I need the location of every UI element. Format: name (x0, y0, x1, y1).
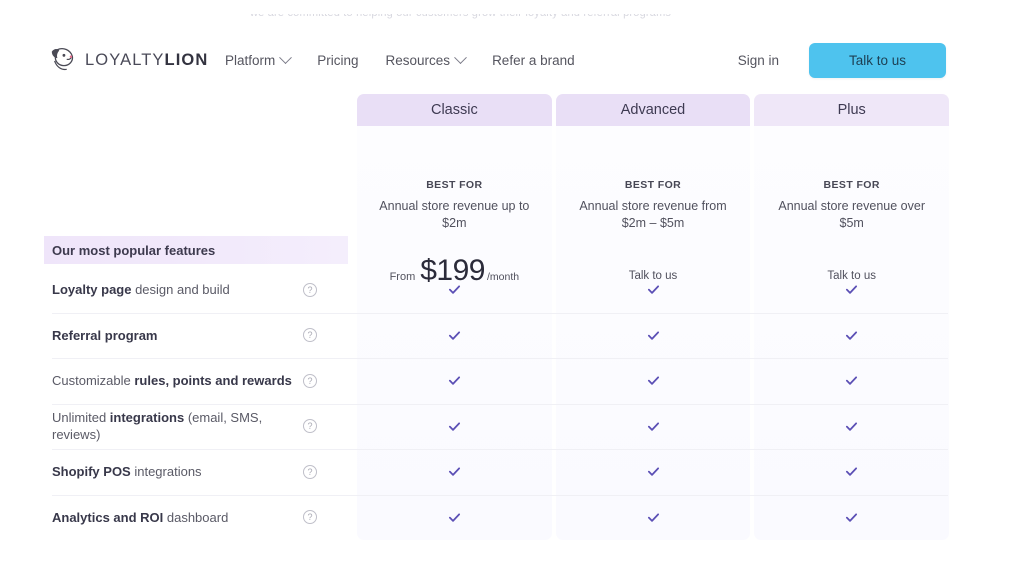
question-mark-icon[interactable]: ? (303, 510, 317, 524)
checkmark-icon (448, 283, 461, 296)
feature-cell-plus (754, 267, 949, 313)
popular-features-heading: Our most popular features (44, 236, 348, 264)
feature-row: Loyalty page design and build? (0, 267, 1024, 313)
checkmark-icon (647, 511, 660, 524)
cut-off-banner-label: we are committed to helping our customer… (250, 14, 750, 19)
feature-cell-classic (357, 449, 552, 495)
pricing-page: we are committed to helping our customer… (0, 0, 1024, 576)
feature-cell-advanced (556, 449, 751, 495)
best-for-description: Annual store revenue over $5m (754, 198, 949, 232)
feature-cell-classic (357, 404, 552, 450)
feature-label: Unlimited integrations (email, SMS, revi… (52, 409, 297, 443)
checkmark-icon (845, 511, 858, 524)
cut-off-banner-text: we are committed to helping our customer… (250, 14, 750, 26)
feature-cell-plus (754, 449, 949, 495)
chevron-down-icon (279, 51, 292, 64)
checkmark-icon (448, 329, 461, 342)
feature-cell-advanced (556, 267, 751, 313)
best-for-description: Annual store revenue up to $2m (357, 198, 552, 232)
feature-availability (357, 358, 949, 404)
checkmark-icon (448, 374, 461, 387)
checkmark-icon (448, 465, 461, 478)
best-for-label: BEST FOR (556, 179, 751, 191)
plan-tab-plus[interactable]: Plus (754, 94, 949, 126)
feature-label: Referral program (52, 327, 297, 344)
feature-cell-classic (357, 267, 552, 313)
best-for-label: BEST FOR (754, 179, 949, 191)
logo-text: LOYALTYLION (85, 51, 208, 70)
feature-row: Referral program? (0, 313, 1024, 359)
checkmark-icon (448, 420, 461, 433)
feature-row: Unlimited integrations (email, SMS, revi… (0, 404, 1024, 450)
feature-label: Loyalty page design and build (52, 281, 297, 298)
features-comparison: Our most popular features Loyalty page d… (0, 236, 1024, 540)
site-header: LOYALTYLION Platform Pricing Resources R… (0, 34, 1024, 86)
checkmark-icon (845, 420, 858, 433)
nav-label-pricing: Pricing (317, 53, 358, 68)
question-mark-icon[interactable]: ? (303, 374, 317, 388)
question-mark-icon[interactable]: ? (303, 419, 317, 433)
checkmark-icon (845, 465, 858, 478)
checkmark-icon (845, 329, 858, 342)
feature-rows: Loyalty page design and build?Referral p… (0, 267, 1024, 540)
feature-cell-plus (754, 495, 949, 541)
best-for-label: BEST FOR (357, 179, 552, 191)
question-mark-icon[interactable]: ? (303, 328, 317, 342)
feature-row: Customizable rules, points and rewards? (0, 358, 1024, 404)
talk-to-us-button[interactable]: Talk to us (809, 43, 946, 78)
popular-features-label: Our most popular features (52, 243, 215, 258)
plan-tab-classic[interactable]: Classic (357, 94, 552, 126)
feature-row: Shopify POS integrations? (0, 449, 1024, 495)
checkmark-icon (845, 374, 858, 387)
nav-label-resources: Resources (386, 53, 451, 68)
best-for-description: Annual store revenue from $2m – $5m (556, 198, 751, 232)
header-actions: Sign in Talk to us (738, 34, 946, 86)
checkmark-icon (647, 329, 660, 342)
feature-row: Analytics and ROI dashboard? (0, 495, 1024, 541)
feature-cell-plus (754, 313, 949, 359)
nav-item-platform[interactable]: Platform (225, 53, 290, 68)
logo[interactable]: LOYALTYLION (48, 34, 208, 86)
lion-head-icon (48, 46, 78, 74)
chevron-down-icon (454, 51, 467, 64)
feature-cell-advanced (556, 495, 751, 541)
feature-availability (357, 495, 949, 541)
logo-text-bold: LION (165, 51, 209, 69)
nav-item-resources[interactable]: Resources (386, 53, 466, 68)
checkmark-icon (647, 465, 660, 478)
feature-cell-advanced (556, 313, 751, 359)
checkmark-icon (845, 283, 858, 296)
checkmark-icon (647, 420, 660, 433)
checkmark-icon (448, 511, 461, 524)
feature-cell-classic (357, 358, 552, 404)
feature-availability (357, 313, 949, 359)
feature-label: Customizable rules, points and rewards (52, 372, 297, 389)
question-mark-icon[interactable]: ? (303, 465, 317, 479)
nav-label-refer-a-brand: Refer a brand (492, 53, 575, 68)
feature-cell-classic (357, 495, 552, 541)
sign-in-link[interactable]: Sign in (738, 53, 779, 68)
feature-cell-plus (754, 404, 949, 450)
feature-cell-plus (754, 358, 949, 404)
checkmark-icon (647, 283, 660, 296)
logo-text-light: LOYALTY (85, 51, 165, 69)
feature-cell-advanced (556, 404, 751, 450)
nav-item-refer-a-brand[interactable]: Refer a brand (492, 53, 575, 68)
main-nav: Platform Pricing Resources Refer a brand (225, 34, 575, 86)
checkmark-icon (647, 374, 660, 387)
feature-cell-classic (357, 313, 552, 359)
nav-label-platform: Platform (225, 53, 275, 68)
plan-tab-advanced[interactable]: Advanced (556, 94, 751, 126)
feature-availability (357, 449, 949, 495)
feature-label: Analytics and ROI dashboard (52, 509, 297, 526)
question-mark-icon[interactable]: ? (303, 283, 317, 297)
nav-item-pricing[interactable]: Pricing (317, 53, 358, 68)
feature-cell-advanced (556, 358, 751, 404)
feature-availability (357, 404, 949, 450)
feature-label: Shopify POS integrations (52, 463, 297, 480)
feature-availability (357, 267, 949, 313)
